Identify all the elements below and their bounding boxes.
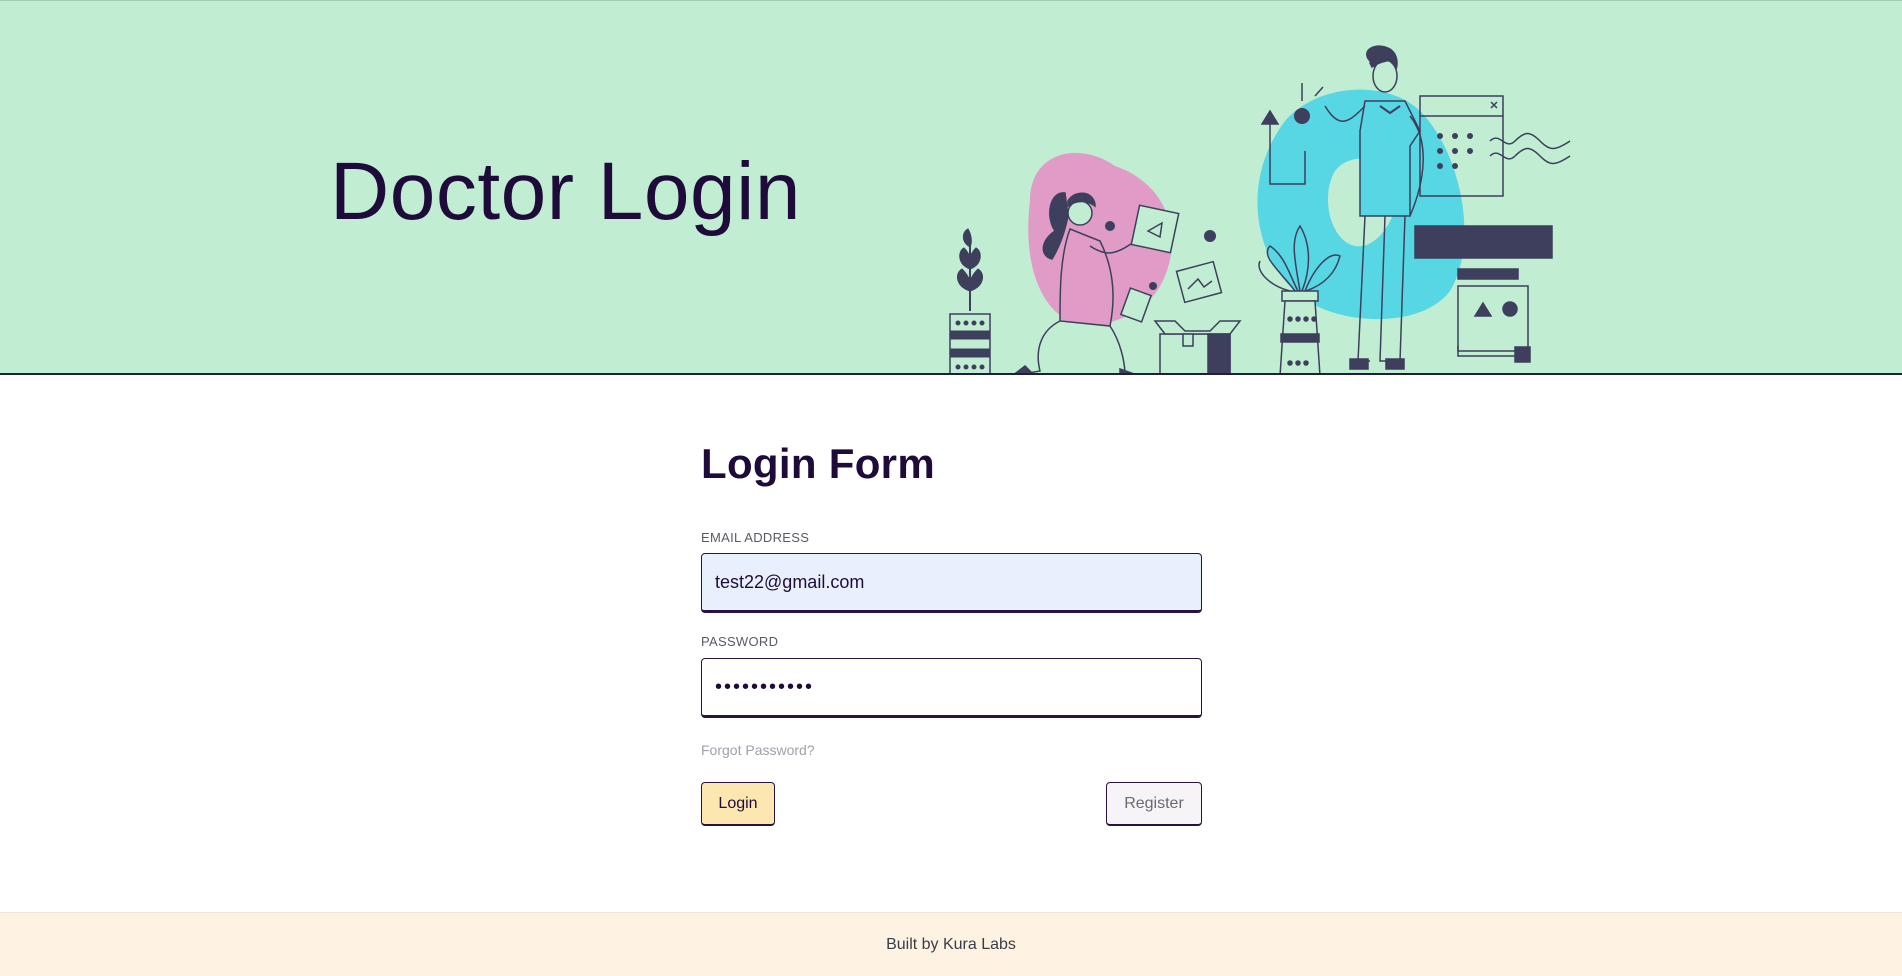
hero-banner: Doctor Login	[0, 0, 1902, 375]
register-button[interactable]: Register	[1106, 782, 1202, 826]
footer: Built by Kura Labs	[0, 912, 1902, 976]
login-button[interactable]: Login	[701, 782, 775, 826]
login-form: Login Form EMAIL ADDRESS PASSWORD Forgot…	[701, 440, 1202, 826]
plant-icon	[949, 228, 991, 373]
page-title: Doctor Login	[330, 146, 801, 237]
email-label: EMAIL ADDRESS	[701, 530, 810, 545]
password-field[interactable]	[701, 658, 1202, 718]
form-title: Login Form	[701, 440, 935, 487]
box-icon	[1153, 320, 1242, 373]
window-icon	[1414, 95, 1571, 363]
password-label: PASSWORD	[701, 634, 779, 649]
hero-illustration	[949, 45, 1571, 373]
forgot-password-link[interactable]: Forgot Password?	[701, 742, 815, 758]
email-field[interactable]	[701, 553, 1202, 613]
footer-text: Built by Kura Labs	[886, 935, 1016, 953]
